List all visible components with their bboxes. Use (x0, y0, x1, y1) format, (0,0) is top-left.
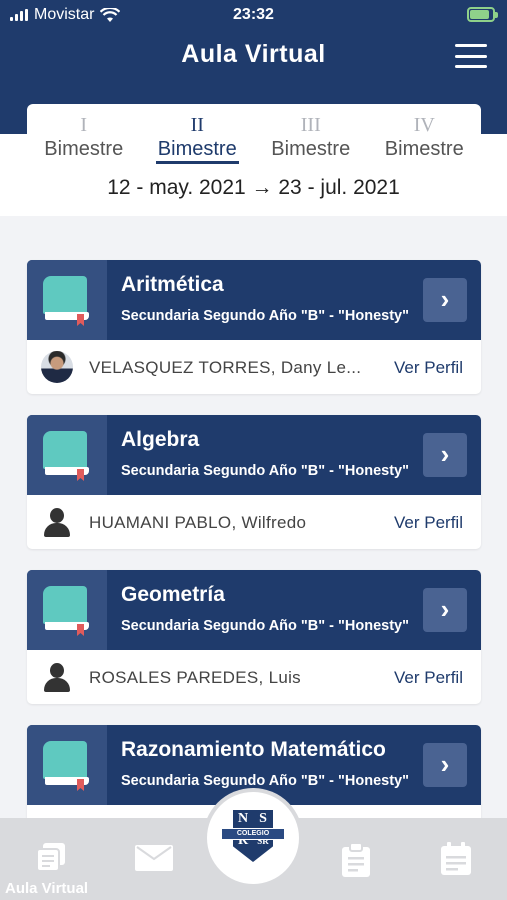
notes-icon (36, 843, 65, 872)
tab-label: Aula Virtual (5, 880, 89, 897)
book-icon (27, 415, 107, 495)
course-card[interactable]: Geometría Secundaria Segundo Año "B" - "… (27, 570, 481, 704)
chevron-right-icon[interactable]: › (423, 743, 467, 787)
tab-term-1[interactable]: I Bimestre (27, 104, 141, 166)
course-section: Secundaria Segundo Año "B" - "Honesty" (121, 308, 409, 324)
term-number: III (300, 114, 321, 136)
chevron-right-icon[interactable]: › (423, 588, 467, 632)
crest-banner: COLEGIO (221, 828, 285, 840)
term-tabs: I Bimestre II Bimestre III Bimestre IV B… (27, 104, 481, 166)
course-section: Secundaria Segundo Año "B" - "Honesty" (121, 773, 409, 789)
user-icon (41, 506, 73, 538)
envelope-icon (135, 845, 173, 871)
book-icon (27, 260, 107, 340)
avatar (41, 351, 73, 383)
view-profile-link[interactable]: Ver Perfil (394, 358, 463, 378)
course-header[interactable]: Aritmética Secundaria Segundo Año "B" - … (27, 260, 481, 340)
tab-tasks[interactable] (314, 818, 398, 900)
course-name: Aritmética (121, 273, 224, 296)
status-bar: Movistar 23:32 (0, 0, 507, 30)
tab-term-4[interactable]: IV Bimestre (368, 104, 482, 166)
term-label: Bimestre (44, 138, 124, 160)
calendar-icon (441, 842, 471, 875)
course-card[interactable]: Aritmética Secundaria Segundo Año "B" - … (27, 260, 481, 394)
term-date-range: 12 - may. 2021 → 23 - jul. 2021 (107, 176, 400, 199)
course-section: Secundaria Segundo Año "B" - "Honesty" (121, 463, 409, 479)
teacher-row: HUAMANI PABLO, Wilfredo Ver Perfil (27, 495, 481, 549)
term-label: Bimestre (384, 138, 464, 160)
hamburger-menu-icon[interactable] (455, 44, 487, 68)
school-logo-button[interactable]: N S R SR COLEGIO (207, 792, 299, 884)
term-number: IV (413, 114, 435, 136)
crest-letter: N (237, 811, 249, 826)
crest-letter: S (259, 811, 267, 826)
term-number: I (80, 114, 88, 136)
term-label: Bimestre (155, 138, 239, 164)
course-header[interactable]: Geometría Secundaria Segundo Año "B" - "… (27, 570, 481, 650)
clipboard-icon (342, 842, 370, 877)
page-title: Aula Virtual (181, 40, 326, 68)
book-icon (27, 725, 107, 805)
view-profile-link[interactable]: Ver Perfil (394, 668, 463, 688)
course-name: Geometría (121, 583, 225, 606)
book-icon (27, 570, 107, 650)
term-number: II (190, 114, 204, 136)
chevron-right-icon[interactable]: › (423, 433, 467, 477)
teacher-row: VELASQUEZ TORRES, Dany Le... Ver Perfil (27, 340, 481, 394)
course-list: Aritmética Secundaria Segundo Año "B" - … (27, 260, 481, 880)
teacher-name: VELASQUEZ TORRES, Dany Le... (89, 358, 362, 377)
teacher-name: HUAMANI PABLO, Wilfredo (89, 513, 307, 532)
tab-term-2[interactable]: II Bimestre (141, 104, 255, 166)
course-name: Razonamiento Matemático (121, 738, 386, 761)
battery-icon (467, 7, 498, 22)
teacher-name: ROSALES PAREDES, Luis (89, 668, 301, 687)
tab-aula-virtual[interactable]: Aula Virtual (0, 818, 102, 900)
term-label: Bimestre (271, 138, 351, 160)
clock: 23:32 (233, 6, 274, 23)
chevron-right-icon[interactable]: › (423, 278, 467, 322)
tab-messages[interactable] (112, 818, 196, 900)
teacher-row: ROSALES PAREDES, Luis Ver Perfil (27, 650, 481, 704)
course-section: Secundaria Segundo Año "B" - "Honesty" (121, 618, 409, 634)
tab-term-3[interactable]: III Bimestre (254, 104, 368, 166)
course-card[interactable]: Algebra Secundaria Segundo Año "B" - "Ho… (27, 415, 481, 549)
course-header[interactable]: Algebra Secundaria Segundo Año "B" - "Ho… (27, 415, 481, 495)
view-profile-link[interactable]: Ver Perfil (394, 513, 463, 533)
user-icon (41, 661, 73, 693)
tab-calendar[interactable] (414, 818, 498, 900)
course-name: Algebra (121, 428, 200, 451)
